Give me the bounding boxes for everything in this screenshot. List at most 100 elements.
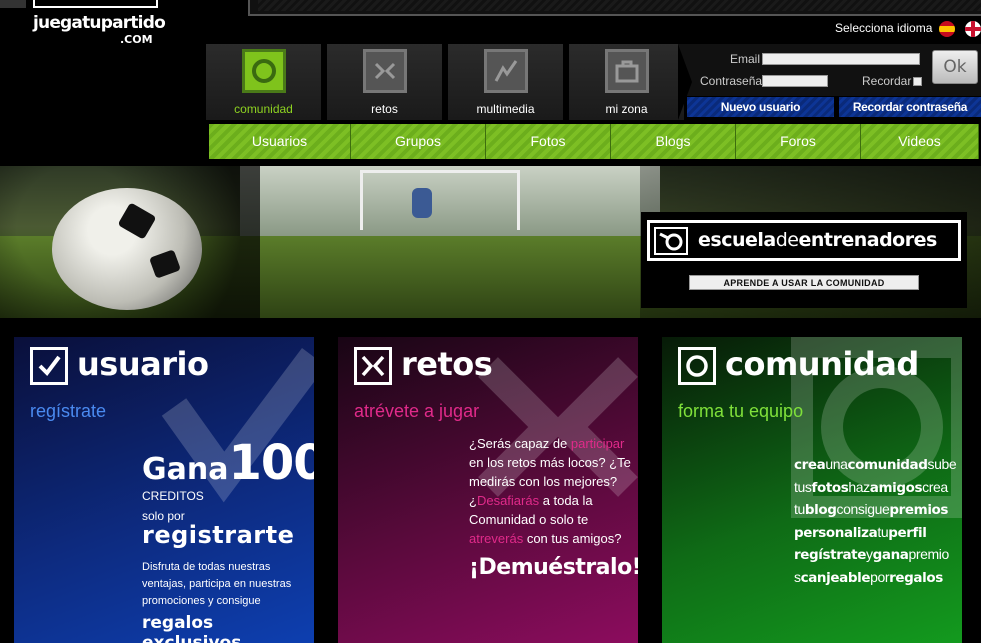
subnav-grupos[interactable]: Grupos (351, 124, 486, 159)
comunidad-word: y (865, 546, 873, 562)
logo[interactable]: juegatupartido .COM (0, 0, 200, 60)
whistle-icon (654, 227, 688, 255)
card-title: comunidad (725, 345, 919, 383)
tab-comunidad[interactable]: comunidad (206, 44, 322, 120)
password-label: Contraseña (700, 74, 763, 88)
escuela-title-part: entrenadores (798, 229, 937, 251)
tab-label: comunidad (234, 102, 293, 116)
tab-multimedia[interactable]: multimedia (448, 44, 564, 120)
comunidad-word: haz (848, 478, 870, 495)
retos-text: ¿Serás capaz de (469, 436, 571, 451)
comunidad-icon (678, 347, 716, 385)
retos-icon (354, 347, 392, 385)
comunidad-word: blog (804, 502, 837, 518)
tab-label: mi zona (605, 102, 648, 116)
comunidad-word: crea (922, 478, 948, 495)
comunidad-word: canjeable (800, 569, 871, 586)
comunidad-word: regalos (889, 569, 943, 586)
tab-retos[interactable]: retos (327, 44, 443, 120)
new-user-link[interactable]: Nuevo usuario (687, 97, 834, 117)
demuestralo-cta[interactable]: ¡Demuéstralo! (469, 555, 638, 580)
comunidad-word: premios (889, 502, 949, 518)
top-strip (248, 0, 981, 16)
comunidad-line: creaunacomunidadsube (794, 454, 959, 477)
comunidad-word: perfil (888, 524, 927, 541)
registrarte-heading[interactable]: registrarte (142, 521, 294, 549)
card-usuario[interactable]: usuario regístrate Gana100 CREDITOS solo… (14, 337, 314, 643)
retos-body: ¿Serás capaz de participar en los retos … (469, 434, 634, 548)
english-flag-icon[interactable] (965, 21, 981, 37)
card-comunidad[interactable]: comunidad forma tu equipo creaunacomunid… (662, 337, 962, 643)
card-title: usuario (77, 345, 209, 383)
comunidad-word: tu (877, 523, 889, 540)
sub-nav: Usuarios Grupos Fotos Blogs Foros Videos (209, 124, 979, 159)
comunidad-word: crea (794, 457, 826, 473)
gana-heading: Gana100 (142, 435, 314, 491)
comunidad-word: tus (794, 478, 812, 495)
escuela-title-box[interactable]: escueladeentrenadores (647, 220, 961, 261)
hero-banner: escueladeentrenadores APRENDE A USAR LA … (0, 166, 981, 318)
mi-zona-icon (605, 49, 649, 93)
subnav-blogs[interactable]: Blogs (611, 124, 736, 159)
comunidad-word: regístrate (794, 547, 866, 563)
email-input[interactable] (762, 53, 920, 65)
multimedia-icon (484, 49, 528, 93)
retos-icon (363, 49, 407, 93)
logo-suffix: .COM (120, 33, 153, 46)
password-input[interactable] (762, 75, 828, 87)
logo-frame (33, 0, 158, 8)
email-label: Email (730, 52, 761, 66)
gana-label: Gana (142, 452, 229, 487)
goalkeeper (412, 188, 432, 218)
comunidad-word: comunidad (847, 457, 928, 473)
learn-community-button[interactable]: APRENDE A USAR LA COMUNIDAD (689, 275, 919, 290)
retos-highlight: atreverás (469, 531, 524, 546)
comunidad-line: tublogconsiguepremios (794, 499, 959, 522)
top-strip-pattern (258, 0, 981, 11)
login-ok-button[interactable]: Ok (932, 50, 978, 84)
retos-highlight: participar (570, 436, 625, 451)
escuela-title: escueladeentrenadores (698, 229, 937, 251)
forgot-password-link[interactable]: Recordar contraseña (839, 97, 981, 117)
comunidad-line: personalizatuperfil (794, 522, 959, 545)
tab-mi-zona[interactable]: mi zona (569, 44, 685, 120)
logo-notch (0, 0, 26, 8)
comunidad-line: scanjeableporregalos (794, 567, 959, 590)
retos-highlight: Desafiarás (476, 493, 540, 508)
spanish-flag-icon[interactable] (939, 21, 955, 37)
comunidad-word: una (825, 456, 848, 472)
creditos-label: CREDITOS (142, 489, 204, 503)
comunidad-icon (242, 49, 286, 93)
tab-label: multimedia (476, 102, 535, 116)
subnav-usuarios[interactable]: Usuarios (209, 124, 351, 159)
credit-amount: 100 (228, 435, 314, 491)
comunidad-word: amigos (869, 479, 923, 496)
comunidad-word: por (870, 568, 890, 585)
card-retos[interactable]: retos atrévete a jugar ¿Serás capaz de p… (338, 337, 638, 643)
subnav-foros[interactable]: Foros (736, 124, 861, 159)
remember-checkbox[interactable] (913, 77, 922, 86)
comunidad-word: sube (927, 456, 957, 472)
goal-post (360, 170, 520, 230)
retos-text: con tus amigos? (523, 531, 622, 546)
comunidad-wordlist: creaunacomunidadsube tusfotoshazamigoscre… (794, 454, 959, 589)
escuela-panel: escueladeentrenadores APRENDE A USAR LA … (641, 212, 967, 308)
checkbox-icon (30, 347, 68, 385)
comunidad-line: regístrateyganapremio (794, 544, 959, 567)
main-nav: comunidad retos multimedia mi zona Email… (196, 42, 981, 166)
logo-text: juegatupartido (33, 13, 166, 33)
comunidad-word: personaliza (794, 524, 878, 541)
subnav-fotos[interactable]: Fotos (486, 124, 611, 159)
subnav-videos[interactable]: Videos (861, 124, 979, 159)
comunidad-word: premio (908, 546, 950, 562)
card-title: retos (401, 345, 493, 383)
card-subtitle[interactable]: forma tu equipo (678, 401, 803, 422)
tab-label: retos (371, 102, 398, 116)
comunidad-word: s (794, 568, 801, 585)
regalos-heading: regalos exclusivos (142, 613, 242, 643)
escuela-title-part: de (775, 229, 799, 251)
comunidad-word: consigue (836, 501, 890, 517)
card-subtitle[interactable]: atrévete a jugar (354, 401, 479, 422)
comunidad-word: fotos (811, 479, 849, 496)
card-subtitle[interactable]: regístrate (30, 401, 106, 422)
